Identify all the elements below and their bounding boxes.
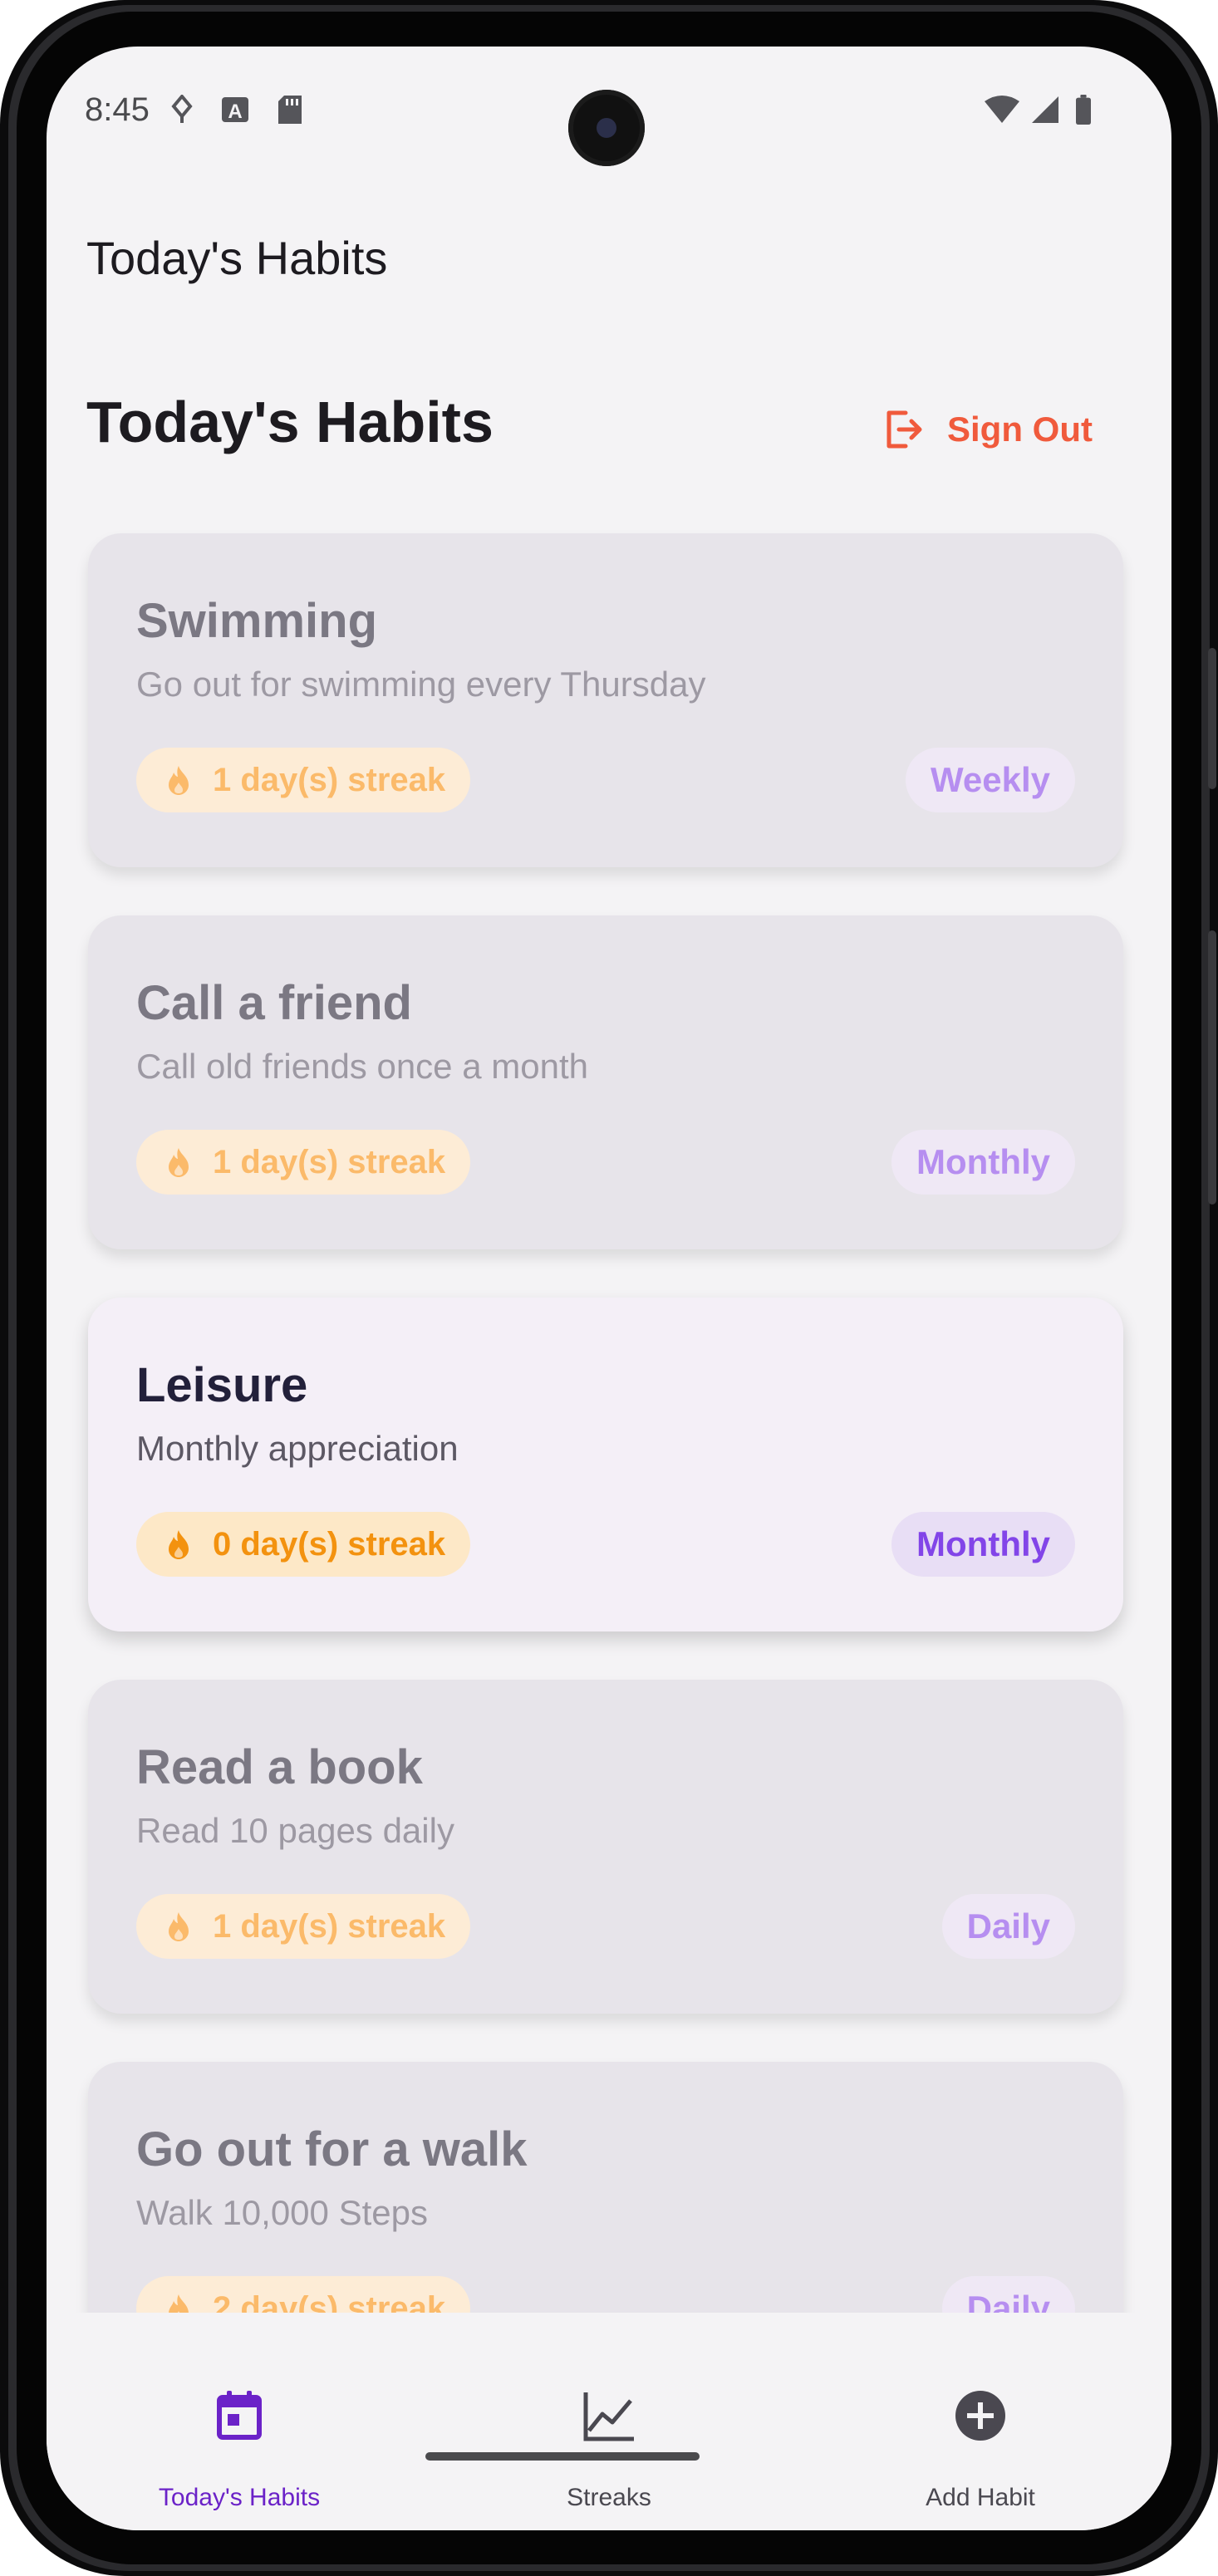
habit-description: Walk 10,000 Steps — [136, 2193, 428, 2232]
frequency-badge: Weekly — [906, 748, 1075, 812]
flame-icon — [169, 1530, 189, 1559]
nav-add-habit[interactable]: Add Habit — [856, 2313, 1105, 2511]
sign-out-label: Sign Out — [947, 410, 1093, 449]
nav-label: Streaks — [567, 2484, 651, 2511]
app-bar-title: Today's Habits — [86, 232, 388, 284]
flame-icon — [169, 1148, 189, 1177]
frequency-badge: Monthly — [891, 1512, 1075, 1577]
calendar-icon — [217, 2391, 262, 2440]
bottom-navigation: Today's Habits Streaks Add Habit — [47, 2313, 1171, 2530]
habit-description: Read 10 pages daily — [136, 1811, 454, 1850]
habit-title: Leisure — [136, 1358, 308, 1412]
frequency-badge: Monthly — [891, 1130, 1075, 1195]
power-button — [1208, 648, 1216, 789]
nfc-icon — [171, 95, 193, 123]
streak-text: 1 day(s) streak — [213, 1907, 446, 1945]
streak-badge: 1 day(s) streak — [136, 1130, 471, 1195]
habit-description: Go out for swimming every Thursday — [136, 665, 706, 704]
front-camera — [568, 90, 645, 166]
habit-title: Swimming — [136, 594, 378, 648]
nav-label: Add Habit — [926, 2484, 1035, 2511]
phone-frame: 8:45 A Today's Habits Today's Habits Sig… — [0, 0, 1218, 2576]
a-badge-icon: A — [222, 97, 248, 123]
page-title: Today's Habits — [86, 390, 494, 454]
signal-icon — [1032, 96, 1058, 123]
sd-card-icon — [278, 96, 302, 124]
habit-card-call-a-friend[interactable]: Call a friend Call old friends once a mo… — [88, 915, 1123, 1249]
svg-text:A: A — [228, 101, 242, 123]
streak-badge: 1 day(s) streak — [136, 748, 471, 812]
chart-icon — [583, 2392, 634, 2441]
streak-badge: 1 day(s) streak — [136, 1894, 471, 1959]
habit-description: Call old friends once a month — [136, 1047, 588, 1086]
habit-title: Call a friend — [136, 976, 412, 1030]
flame-icon — [169, 1912, 189, 1941]
habit-card-swimming[interactable]: Swimming Go out for swimming every Thurs… — [88, 533, 1123, 867]
habit-card-leisure[interactable]: Leisure Monthly appreciation 0 day(s) st… — [88, 1298, 1123, 1631]
habit-title: Go out for a walk — [136, 2122, 528, 2176]
frequency-badge: Daily — [941, 1894, 1075, 1959]
home-indicator[interactable] — [425, 2452, 700, 2461]
screen: 8:45 A Today's Habits Today's Habits Sig… — [47, 47, 1171, 2530]
streak-text: 0 day(s) streak — [213, 1525, 446, 1563]
flame-icon — [169, 766, 189, 795]
streak-text: 1 day(s) streak — [213, 1143, 446, 1180]
habit-description: Monthly appreciation — [136, 1429, 459, 1468]
habit-title: Read a book — [136, 1740, 423, 1794]
nav-label: Today's Habits — [158, 2484, 321, 2511]
nav-todays-habits[interactable]: Today's Habits — [115, 2313, 364, 2511]
streak-badge: 0 day(s) streak — [136, 1512, 471, 1577]
sign-out-button[interactable]: Sign Out — [884, 400, 1093, 459]
status-time: 8:45 — [85, 91, 150, 128]
streak-text: 1 day(s) streak — [213, 761, 446, 798]
volume-button — [1208, 930, 1216, 1205]
logout-icon — [886, 410, 922, 449]
battery-icon — [1076, 95, 1091, 125]
status-bar: 8:45 A — [47, 47, 1171, 179]
wifi-icon — [985, 96, 1019, 123]
habit-card-read-a-book[interactable]: Read a book Read 10 pages daily 1 day(s)… — [88, 1680, 1123, 2014]
add-circle-icon — [955, 2391, 1005, 2441]
